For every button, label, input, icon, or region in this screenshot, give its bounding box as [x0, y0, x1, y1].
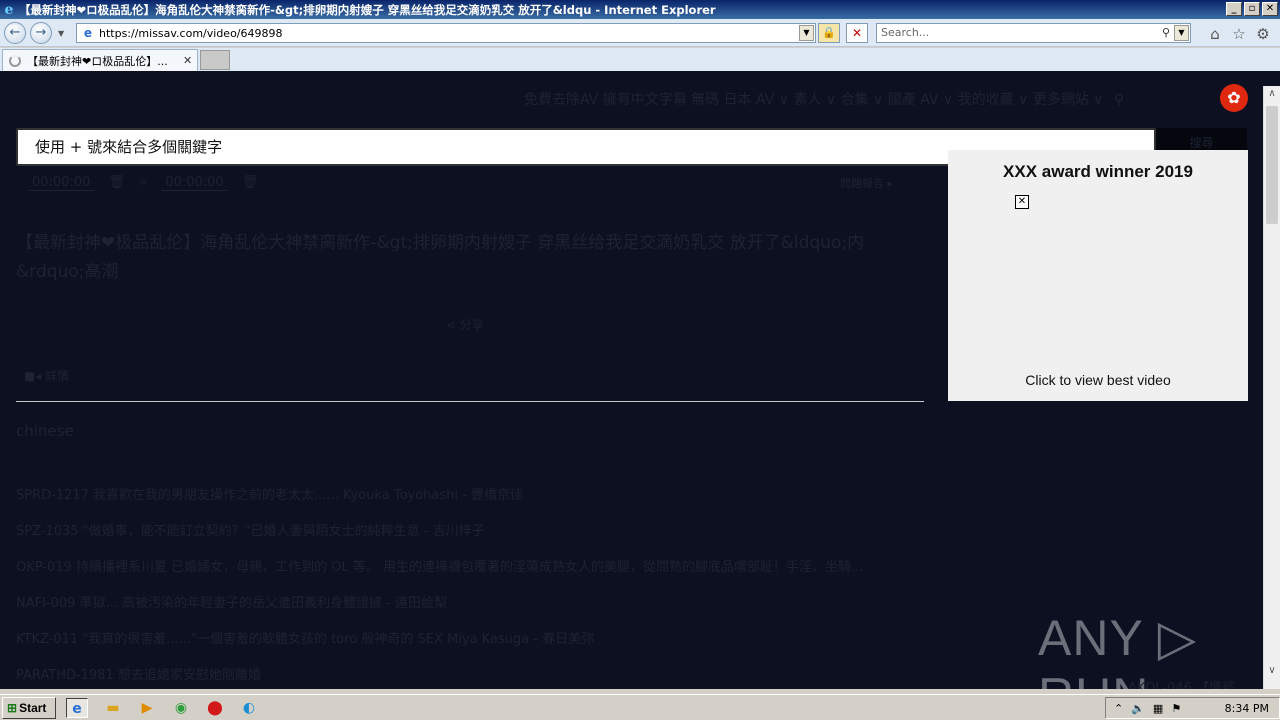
tray-expand-icon[interactable]: ⌃	[1114, 702, 1123, 715]
media-player-icon: ▶	[141, 700, 153, 716]
gear-icon[interactable]: ⚙	[1254, 25, 1272, 43]
scroll-down-icon[interactable]: ∨	[1264, 663, 1280, 679]
related-videos-list: SPRD-1217 我喜歡在我的男朋友操作之前的老太太...... Kyouka…	[16, 484, 946, 689]
arrow-left-icon: ←	[9, 25, 21, 40]
ad-title: XXX award winner 2019	[1003, 162, 1193, 181]
back-button[interactable]: ←	[4, 22, 26, 44]
window-titlebar[interactable]: e 【最新封神❤︎ロ极品乱伦】海角乱伦大神禁脔新作-&gt;排卵期内射嫂子 穿黑…	[0, 0, 1280, 19]
arrow-right-icon: →	[35, 25, 47, 40]
tab-active[interactable]: 【最新封神❤︎ロ极品乱伦】... ✕	[2, 49, 198, 71]
tab-close-icon[interactable]: ✕	[183, 54, 192, 67]
forward-button[interactable]: →	[30, 22, 52, 44]
volume-icon[interactable]: 🔈	[1131, 702, 1145, 715]
scrollbar-gap	[1263, 71, 1280, 86]
page-favicon-icon: e	[83, 26, 93, 40]
close-window-button[interactable]: ✕	[1262, 2, 1278, 16]
taskbar-chrome-button[interactable]: ◉	[170, 698, 192, 718]
window-title: 【最新封神❤︎ロ极品乱伦】海角乱伦大神禁脔新作-&gt;排卵期内射嫂子 穿黑丝给…	[19, 2, 716, 17]
share-label: 分享	[459, 318, 484, 332]
time-from-field[interactable]: 00:00:00	[28, 175, 95, 191]
window-controls: _ ▫ ✕	[1226, 2, 1278, 16]
vertical-scrollbar[interactable]: ∧ ∨	[1263, 86, 1280, 689]
taskbar-opera-button[interactable]: ⬤	[204, 698, 226, 718]
address-bar[interactable]: e https://missav.com/video/649898 ▼	[76, 23, 816, 43]
share-icon: ⋖	[446, 318, 457, 332]
browser-search-box[interactable]: Search... ⚲ ▼	[876, 23, 1191, 43]
list-item[interactable]: NAFI-009 準獄... 高被汚染的年輕妻子的岳父進田義利身體證據 - 遠田…	[16, 592, 946, 628]
folder-icon: ▬	[106, 700, 120, 716]
windows-flag-icon: ⊞	[7, 701, 18, 715]
taskbar-media-button[interactable]: ▶	[136, 698, 158, 718]
list-item[interactable]: PARATHD-1981 想去追媳家安慰她剛離婚	[16, 664, 946, 689]
clock[interactable]: 8:34 PM	[1225, 702, 1269, 715]
arrows-right-icon: »	[139, 175, 148, 190]
trash-icon-2[interactable]: 🗑	[242, 175, 259, 190]
favorites-star-icon[interactable]: ☆	[1230, 25, 1248, 43]
system-tray: ⌃ 🔈 ▦ ⚑ 8:34 PM	[1105, 697, 1280, 719]
close-icon: ✕	[851, 26, 863, 40]
broken-image-icon: ✕	[1015, 195, 1029, 209]
scrollbar-thumb[interactable]	[1266, 106, 1278, 224]
stop-button[interactable]: ✕	[846, 23, 868, 43]
history-dropdown-icon[interactable]: ▼	[58, 29, 64, 38]
security-lock-button[interactable]: 🔒	[818, 23, 840, 43]
maximize-button[interactable]: ▫	[1244, 2, 1260, 16]
start-label: Start	[19, 701, 47, 715]
details-label: 詳情	[45, 369, 70, 383]
ad-caption[interactable]: Click to view best video	[948, 372, 1248, 388]
address-toolbar: ← → ▼ e https://missav.com/video/649898 …	[0, 19, 1280, 47]
share-button[interactable]: ⋖ 分享	[446, 316, 484, 333]
home-icon[interactable]: ⌂	[1206, 25, 1224, 43]
list-item[interactable]: SPZ-1035 "做婚事，能不能訂立契約？"已婚人妻與陌女士的純粹生意 - 吉…	[16, 520, 946, 556]
details-tab[interactable]: ■◂ 詳情	[24, 367, 69, 384]
site-search-button[interactable]: 搜尋	[1156, 128, 1247, 150]
web-content: 免費去除AV 擁有中文字幕 無碼 日本 AV ∨ 素人 ∨ 合集 ∨ 國產 AV…	[0, 71, 1263, 689]
start-button[interactable]: ⊞ Start	[2, 697, 56, 719]
search-icon[interactable]: ⚲	[1162, 24, 1170, 42]
taskbar-ie-button[interactable]: e	[66, 698, 88, 718]
trash-icon[interactable]: 🗑	[109, 175, 126, 190]
address-dropdown-icon[interactable]: ▼	[799, 25, 814, 41]
clip-time-range: 00:00:00 🗑 » 00:00:00 🗑	[28, 175, 268, 191]
loading-spinner-icon	[9, 54, 21, 67]
scroll-up-icon[interactable]: ∧	[1264, 86, 1280, 102]
lock-icon: 🔒	[822, 26, 836, 39]
internet-explorer-icon: e	[72, 701, 82, 717]
tab-strip: 【最新封神❤︎ロ极品乱伦】... ✕	[0, 48, 1280, 71]
address-url[interactable]: https://missav.com/video/649898	[99, 27, 283, 40]
edge-icon: ◐	[242, 700, 256, 716]
report-issue-link[interactable]: 問題報告 ▸	[840, 175, 893, 191]
video-camera-icon: ■◂	[24, 369, 42, 383]
video-title: 【最新封神❤︎极品乱伦】海角乱伦大神禁脔新作-&gt;排卵期内射嫂子 穿黑丝给我…	[16, 233, 865, 282]
browser-search-placeholder: Search...	[881, 26, 930, 39]
list-item[interactable]: KTKZ-011 "我真的很害羞......"一個害羞的軟體女孩的 toro 般…	[16, 628, 946, 664]
taskbar: ⊞ Start e ▬ ▶ ◉ ⬤ ◐ ⌃ 🔈 ▦ ⚑ 8:34 PM	[0, 694, 1280, 720]
side-list-item[interactable]: AKDL-046 【情慾	[1128, 677, 1235, 689]
language-flag-icon[interactable]: ✿	[1220, 84, 1248, 112]
list-item[interactable]: OKP-019 持續播裡系川夏 已婚婦女，母親，工作到的 OL 等。 用生的連褲…	[16, 556, 946, 592]
taskbar-edge-button[interactable]: ◐	[238, 698, 260, 718]
time-to-field[interactable]: 00:00:00	[161, 175, 228, 191]
network-icon[interactable]: ▦	[1153, 702, 1163, 715]
chrome-icon: ◉	[174, 700, 188, 716]
action-center-flag-icon[interactable]: ⚑	[1171, 702, 1181, 715]
internet-explorer-icon: e	[4, 1, 14, 18]
tab-title: 【最新封神❤︎ロ极品乱伦】...	[27, 54, 168, 68]
language-label: chinese	[16, 422, 74, 440]
advertisement-panel[interactable]: XXX award winner 2019 ✕ Click to view be…	[948, 150, 1248, 401]
opera-icon: ⬤	[207, 700, 223, 716]
search-dropdown-icon[interactable]: ▼	[1174, 25, 1189, 41]
nav-search-icon[interactable]: ⚲	[1114, 92, 1124, 108]
new-tab-button[interactable]	[200, 50, 230, 70]
list-item[interactable]: SPRD-1217 我喜歡在我的男朋友操作之前的老太太...... Kyouka…	[16, 484, 946, 520]
minimize-button[interactable]: _	[1226, 2, 1242, 16]
site-top-nav[interactable]: 免費去除AV 擁有中文字幕 無碼 日本 AV ∨ 素人 ∨ 合集 ∨ 國產 AV…	[524, 89, 1124, 109]
site-nav-links[interactable]: 免費去除AV 擁有中文字幕 無碼 日本 AV ∨ 素人 ∨ 合集 ∨ 國產 AV…	[524, 92, 1103, 108]
divider	[16, 401, 924, 402]
taskbar-explorer-button[interactable]: ▬	[102, 698, 124, 718]
